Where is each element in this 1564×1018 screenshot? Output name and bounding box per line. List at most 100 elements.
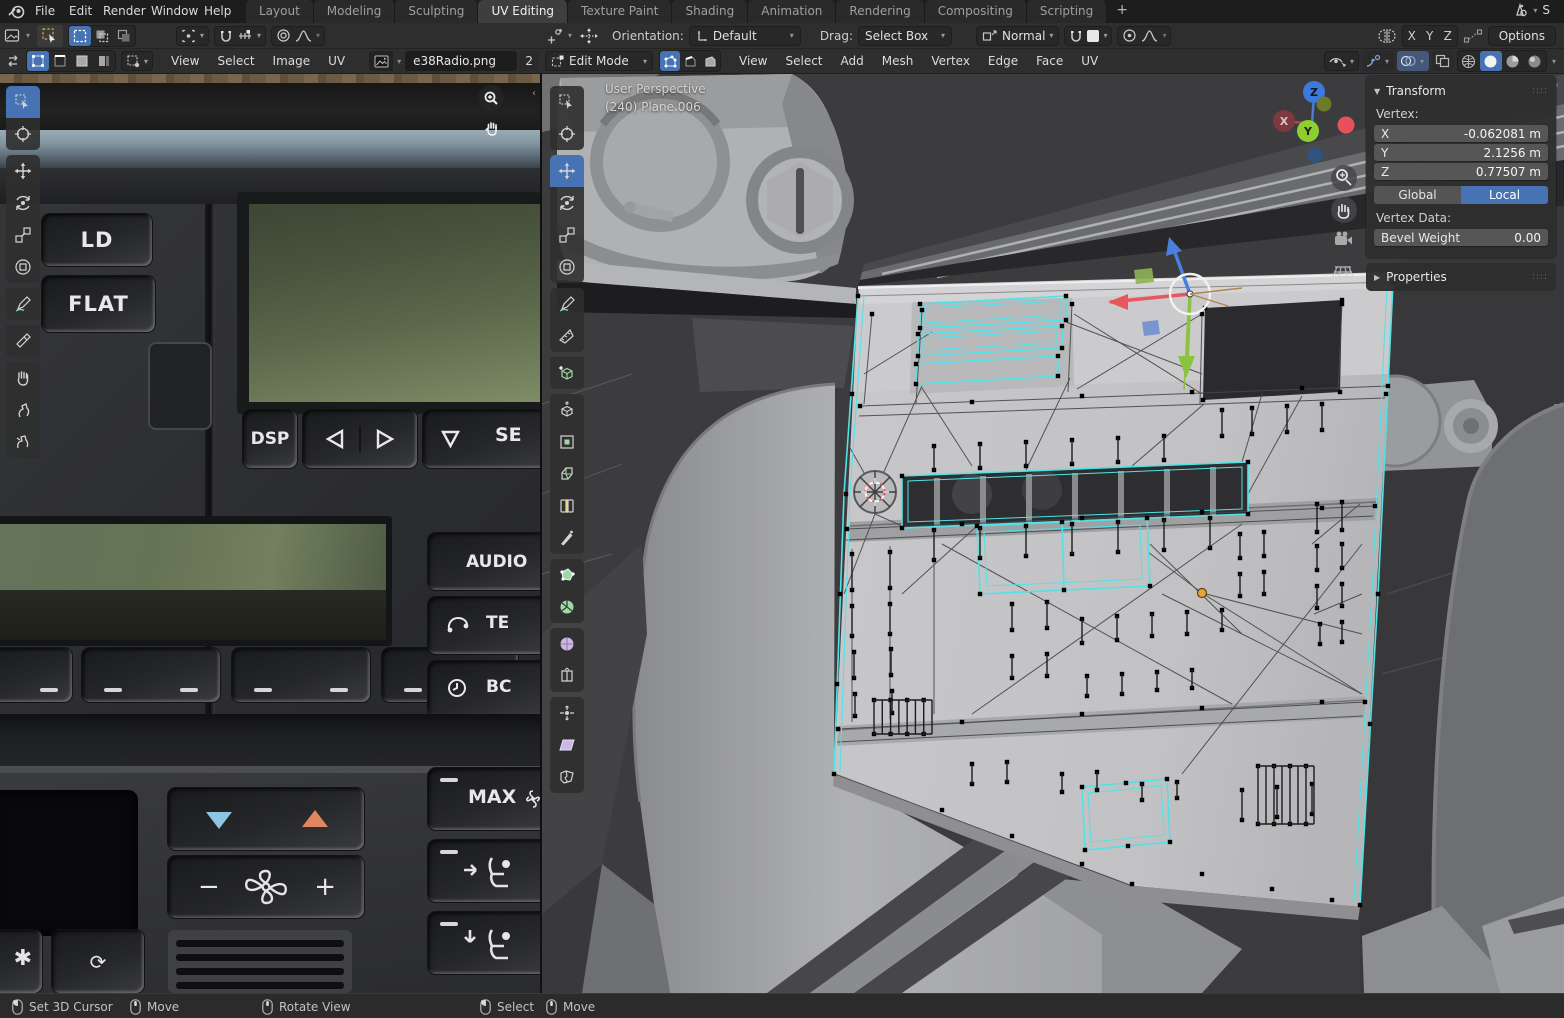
- uv-sync-toggle[interactable]: [2, 51, 24, 71]
- overlays-dropdown[interactable]: ▾: [1396, 51, 1429, 71]
- xray-toggle[interactable]: [1431, 51, 1454, 71]
- edge-slide-tool-button[interactable]: [550, 660, 584, 692]
- rotate-tool-button[interactable]: [6, 187, 40, 219]
- tab-modeling[interactable]: Modeling: [313, 0, 396, 23]
- uv-menu-uv[interactable]: UV: [320, 51, 353, 72]
- measure-tool-button[interactable]: [550, 320, 584, 352]
- nav-z-minus[interactable]: [1307, 147, 1323, 163]
- vp-menu-uv[interactable]: UV: [1073, 51, 1106, 72]
- region-collapse-arrow[interactable]: ‹: [532, 88, 536, 99]
- move-tool-button[interactable]: [550, 155, 584, 187]
- cursor-tool-button[interactable]: [6, 118, 40, 150]
- zoom-gizmo[interactable]: [478, 85, 504, 111]
- select-subtract-button[interactable]: [113, 26, 135, 46]
- vertex-x-field[interactable]: X -0.062081 m: [1374, 125, 1548, 142]
- shear-tool-button[interactable]: [550, 729, 584, 761]
- vp-menu-vertex[interactable]: Vertex: [923, 51, 978, 72]
- uv-editor-type-dropdown[interactable]: ▾: [4, 28, 32, 44]
- object-visibility-dropdown[interactable]: ▾: [1323, 51, 1359, 71]
- edge-select-button[interactable]: [680, 51, 700, 71]
- pan-gizmo[interactable]: [478, 115, 504, 141]
- rotate-tool-button[interactable]: [550, 187, 584, 219]
- snapping-dropdown[interactable]: ▾: [214, 25, 267, 46]
- face-select-button[interactable]: [700, 51, 720, 71]
- relax-tool-button[interactable]: [6, 394, 40, 426]
- uv-vertex-mode-button[interactable]: [27, 51, 49, 71]
- uv-island-mode-button[interactable]: [93, 51, 115, 71]
- tab-shading[interactable]: Shading: [672, 0, 749, 23]
- poly-build-tool-button[interactable]: [550, 559, 584, 591]
- vertex-select-button[interactable]: [660, 51, 680, 71]
- shrink-fatten-tool-button[interactable]: [550, 697, 584, 729]
- tweak-tool-button[interactable]: [6, 86, 40, 118]
- sticky-select-dropdown[interactable]: ▾: [121, 51, 154, 71]
- menu-help[interactable]: Help: [195, 0, 240, 23]
- tab-uv-editing[interactable]: UV Editing: [478, 0, 569, 23]
- pinch-tool-button[interactable]: [6, 426, 40, 458]
- nav-y-minus[interactable]: [1316, 96, 1332, 112]
- menu-file[interactable]: File: [26, 0, 64, 23]
- move-tool-button[interactable]: [6, 155, 40, 187]
- add-cube-tool-button[interactable]: [550, 357, 584, 389]
- grab-tool-button[interactable]: [6, 362, 40, 394]
- active-tool-tweak-button[interactable]: [37, 24, 64, 47]
- vp-menu-select[interactable]: Select: [777, 51, 830, 72]
- mirror-x-button[interactable]: X: [1403, 26, 1421, 46]
- uv-menu-image[interactable]: Image: [265, 51, 319, 72]
- pivot-point-dropdown[interactable]: ▾: [176, 25, 210, 46]
- annotate-tool-button[interactable]: [550, 288, 584, 320]
- sample-tool-button[interactable]: [6, 325, 40, 357]
- nav-x-plus[interactable]: [1337, 116, 1355, 134]
- local-button[interactable]: Local: [1461, 186, 1548, 204]
- scale-tool-button[interactable]: [6, 219, 40, 251]
- scene-selector[interactable]: ▾ S: [1512, 2, 1550, 18]
- extrude-tool-button[interactable]: [550, 394, 584, 426]
- mode-dropdown[interactable]: Edit Mode ▾: [545, 51, 653, 71]
- image-users-button[interactable]: 2: [519, 51, 540, 71]
- viewport-canvas[interactable]: Z X Y User Perspective (240) Plane.006 ‹…: [542, 74, 1564, 993]
- transform-tool-button[interactable]: [6, 251, 40, 283]
- bevel-weight-field[interactable]: Bevel Weight 0.00: [1374, 229, 1548, 246]
- rendered-shading-button[interactable]: [1524, 51, 1546, 71]
- gizmos-dropdown[interactable]: ▾: [1361, 51, 1394, 71]
- add-workspace-button[interactable]: +: [1107, 0, 1137, 23]
- inset-tool-button[interactable]: [550, 426, 584, 458]
- image-browse-dropdown[interactable]: ▾: [369, 51, 403, 71]
- options-button[interactable]: Options: [1487, 25, 1556, 46]
- mirror-z-button[interactable]: Z: [1439, 26, 1457, 46]
- vp-menu-face[interactable]: Face: [1028, 51, 1071, 72]
- tweak-tool-button[interactable]: [550, 86, 584, 118]
- uv-menu-select[interactable]: Select: [210, 51, 263, 72]
- snap-with-dropdown[interactable]: Normal ▾: [976, 25, 1060, 46]
- vp-snapping-dropdown[interactable]: ▾: [1064, 25, 1113, 46]
- mirror-y-button[interactable]: Y: [1421, 26, 1439, 46]
- image-name-field[interactable]: e38Radio.png: [405, 51, 518, 71]
- vertex-y-field[interactable]: Y 2.1256 m: [1374, 144, 1548, 161]
- properties-panel-header[interactable]: ▶ Properties ::::: [1374, 268, 1548, 286]
- spin-tool-button[interactable]: [550, 591, 584, 623]
- global-button[interactable]: Global: [1374, 186, 1461, 204]
- drag-dropdown[interactable]: Select Box ▾: [858, 25, 952, 46]
- tab-scripting[interactable]: Scripting: [1026, 0, 1108, 23]
- vp-menu-edge[interactable]: Edge: [980, 51, 1026, 72]
- vertex-z-field[interactable]: Z 0.77507 m: [1374, 163, 1548, 180]
- vp-menu-view[interactable]: View: [731, 51, 775, 72]
- rip-region-tool-button[interactable]: [550, 761, 584, 793]
- loop-cut-tool-button[interactable]: [550, 490, 584, 522]
- transform-panel-header[interactable]: ▼ Transform ::::: [1374, 82, 1548, 100]
- uv-editor-canvas[interactable]: LD FLAT DSP SE AUDIO TE BC − + MAX ✱ ⟳ ‹: [0, 74, 540, 993]
- select-extend-button[interactable]: [91, 26, 113, 46]
- tab-sculpting[interactable]: Sculpting: [395, 0, 479, 23]
- proportional-editing-dropdown[interactable]: ▾: [271, 25, 326, 46]
- vp-menu-add[interactable]: Add: [833, 51, 872, 72]
- vp-proportional-dropdown[interactable]: ▾: [1117, 25, 1172, 46]
- material-shading-button[interactable]: [1502, 51, 1524, 71]
- knife-tool-button[interactable]: [550, 522, 584, 554]
- uv-edge-mode-button[interactable]: [49, 51, 71, 71]
- orientation-dropdown[interactable]: Default ▾: [688, 25, 801, 46]
- uv-menu-view[interactable]: View: [163, 51, 207, 72]
- vp-active-tool-dropdown[interactable]: ▾: [546, 28, 574, 44]
- annotate-tool-button[interactable]: [6, 288, 40, 320]
- tab-texture-paint[interactable]: Texture Paint: [568, 0, 673, 23]
- cursor-tool-button[interactable]: [550, 118, 584, 150]
